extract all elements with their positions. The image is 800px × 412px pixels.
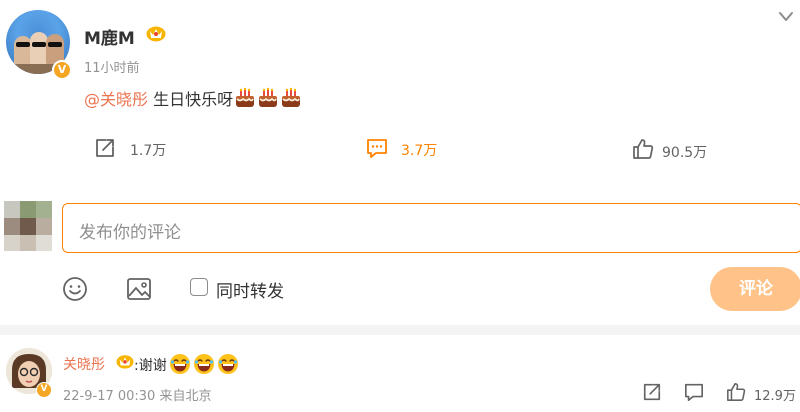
reply-like-icon[interactable]: [726, 382, 746, 402]
image-icon[interactable]: [126, 276, 152, 302]
current-user-avatar: [4, 201, 52, 251]
cake-emoji-icon: [259, 87, 278, 107]
post-content: @关晓彤 生日快乐呀: [84, 86, 302, 110]
like-count[interactable]: 90.5万: [662, 142, 707, 162]
section-divider: [0, 325, 800, 335]
reply-meta: 22-9-17 00:30 来自北京: [63, 389, 212, 404]
reply-like-count[interactable]: 12.9万: [754, 385, 796, 404]
laugh-emoji-icon: [193, 354, 214, 374]
mention-link[interactable]: @关晓彤: [84, 90, 148, 109]
comment-icon[interactable]: [366, 137, 388, 159]
vip-crown-icon: [116, 355, 134, 369]
reply-text: :谢谢: [134, 358, 167, 374]
laugh-emoji-icon: [217, 354, 238, 374]
repost-count[interactable]: 1.7万: [130, 140, 166, 160]
reply-comment-icon[interactable]: [684, 382, 704, 402]
comment-input[interactable]: 发布你的评论: [62, 203, 800, 253]
submit-comment-button[interactable]: 评论: [710, 267, 800, 311]
comment-count[interactable]: 3.7万: [401, 140, 437, 160]
reply-content: :谢谢: [134, 353, 239, 375]
repost-icon[interactable]: [94, 137, 116, 159]
verified-badge-icon: V: [52, 60, 72, 80]
author-name[interactable]: M鹿M: [84, 24, 135, 49]
chevron-down-icon[interactable]: [778, 10, 794, 24]
cake-emoji-icon: [236, 87, 255, 107]
also-repost-checkbox[interactable]: [190, 278, 208, 296]
reply-author-name[interactable]: 关晓彤: [63, 354, 105, 374]
emoji-icon[interactable]: [62, 276, 88, 302]
also-repost-label[interactable]: 同时转发: [216, 277, 284, 302]
post-time: 11小时前: [84, 61, 140, 76]
reply-verified-badge-icon: V: [36, 382, 52, 398]
laugh-emoji-icon: [169, 354, 190, 374]
post-text: 生日快乐呀: [148, 90, 234, 109]
cake-emoji-icon: [282, 87, 301, 107]
reply-repost-icon[interactable]: [642, 382, 662, 402]
vip-crown-icon: [146, 26, 166, 42]
like-icon[interactable]: [632, 138, 654, 160]
